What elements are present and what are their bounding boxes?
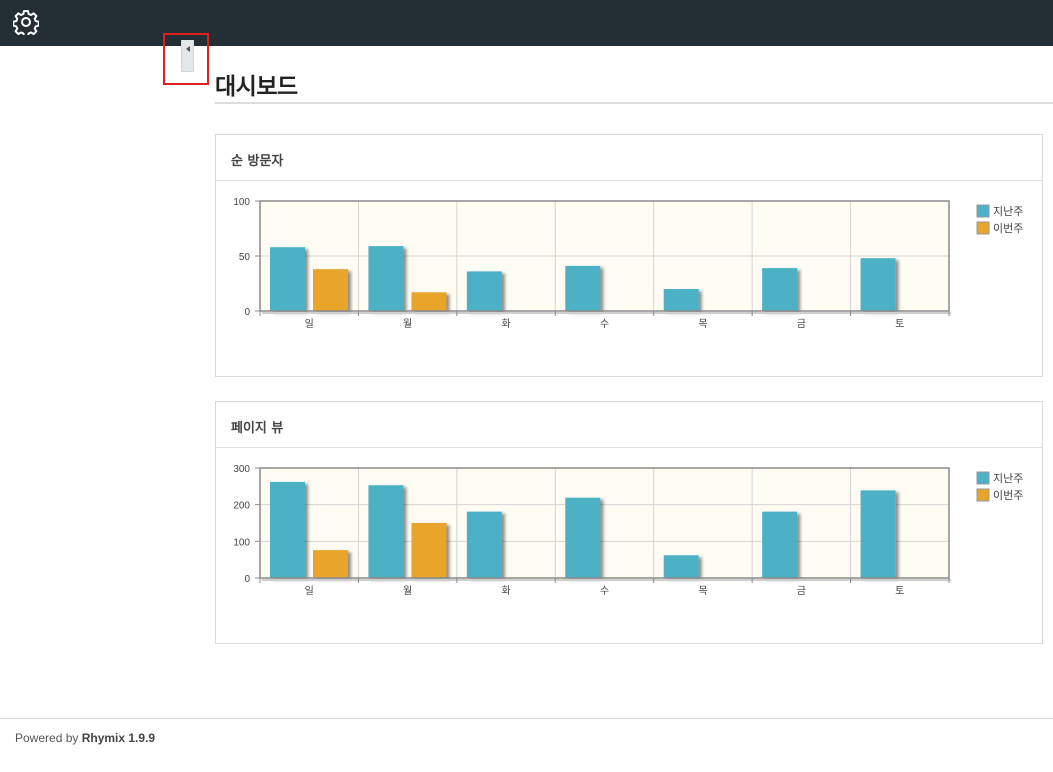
y-tick-label: 100 bbox=[233, 197, 250, 208]
legend-swatch bbox=[976, 221, 990, 235]
legend-swatch bbox=[976, 488, 990, 502]
bar-last-week[interactable] bbox=[860, 258, 896, 311]
x-tick-label: 월 bbox=[403, 585, 412, 597]
legend-swatch bbox=[976, 204, 990, 218]
y-tick-label: 300 bbox=[233, 464, 250, 475]
bar-last-week[interactable] bbox=[466, 511, 502, 578]
unique-visitors-panel: 순 방문자 0 50 100 일 월 화 수 목 금 토 지난주이번주 bbox=[215, 134, 1043, 377]
top-navigation-bar bbox=[0, 0, 1053, 46]
page-title: 대시보드 bbox=[215, 74, 298, 100]
x-tick-label: 월 bbox=[403, 318, 412, 330]
legend-swatch bbox=[976, 471, 990, 485]
bar-last-week[interactable] bbox=[565, 265, 601, 311]
bar-this-week[interactable] bbox=[411, 292, 447, 311]
page-views-panel: 페이지 뷰 0 100 200 300 일 월 화 수 목 금 토 지난주이번주 bbox=[215, 401, 1043, 644]
x-tick-label: 화 bbox=[501, 585, 510, 597]
x-tick-label: 수 bbox=[600, 318, 609, 330]
footer: Powered by Rhymix 1.9.9 bbox=[15, 731, 155, 745]
x-tick-label: 일 bbox=[305, 318, 314, 330]
x-tick-label: 수 bbox=[600, 585, 609, 597]
x-tick-label: 목 bbox=[698, 585, 707, 597]
y-tick-label: 200 bbox=[233, 501, 250, 512]
bar-this-week[interactable] bbox=[411, 523, 447, 578]
x-tick-label: 목 bbox=[698, 318, 707, 330]
bar-last-week[interactable] bbox=[663, 289, 699, 311]
y-tick-label: 100 bbox=[233, 537, 250, 548]
bar-last-week[interactable] bbox=[663, 555, 699, 578]
gear-icon[interactable] bbox=[13, 9, 39, 35]
title-divider bbox=[215, 102, 1053, 104]
footer-divider bbox=[0, 718, 1053, 719]
footer-prefix: Powered by bbox=[15, 731, 82, 745]
legend-label: 이번주 bbox=[993, 489, 1023, 502]
x-tick-label: 일 bbox=[305, 585, 314, 597]
highlight-box bbox=[163, 33, 209, 85]
bar-last-week[interactable] bbox=[270, 481, 305, 578]
y-tick-label: 0 bbox=[244, 307, 250, 318]
plot-area bbox=[260, 468, 949, 578]
bar-this-week[interactable] bbox=[313, 550, 348, 578]
footer-product[interactable]: Rhymix 1.9.9 bbox=[82, 731, 155, 745]
bar-last-week[interactable] bbox=[762, 511, 798, 578]
bar-last-week[interactable] bbox=[368, 485, 404, 578]
bar-last-week[interactable] bbox=[466, 271, 502, 311]
legend-label: 이번주 bbox=[993, 222, 1023, 235]
y-tick-label: 50 bbox=[239, 252, 251, 263]
page-views-chart: 0 100 200 300 일 월 화 수 목 금 토 지난주이번주 bbox=[233, 464, 1023, 597]
bar-last-week[interactable] bbox=[762, 268, 798, 311]
y-tick-label: 0 bbox=[244, 574, 250, 585]
legend-label: 지난주 bbox=[993, 205, 1023, 218]
panel-title: 페이지 뷰 bbox=[216, 402, 1042, 448]
bar-last-week[interactable] bbox=[565, 497, 601, 578]
bar-this-week[interactable] bbox=[313, 269, 348, 311]
bar-last-week[interactable] bbox=[270, 247, 305, 311]
x-tick-label: 화 bbox=[501, 318, 510, 330]
x-tick-label: 금 bbox=[797, 585, 806, 597]
unique-visitors-chart: 0 50 100 일 월 화 수 목 금 토 지난주이번주 bbox=[233, 197, 1023, 330]
x-tick-label: 토 bbox=[895, 586, 904, 597]
bar-last-week[interactable] bbox=[860, 490, 896, 578]
legend-label: 지난주 bbox=[993, 472, 1023, 485]
x-tick-label: 금 bbox=[797, 318, 806, 330]
x-tick-label: 토 bbox=[895, 319, 904, 330]
panel-title: 순 방문자 bbox=[216, 135, 1042, 181]
bar-last-week[interactable] bbox=[368, 246, 404, 311]
